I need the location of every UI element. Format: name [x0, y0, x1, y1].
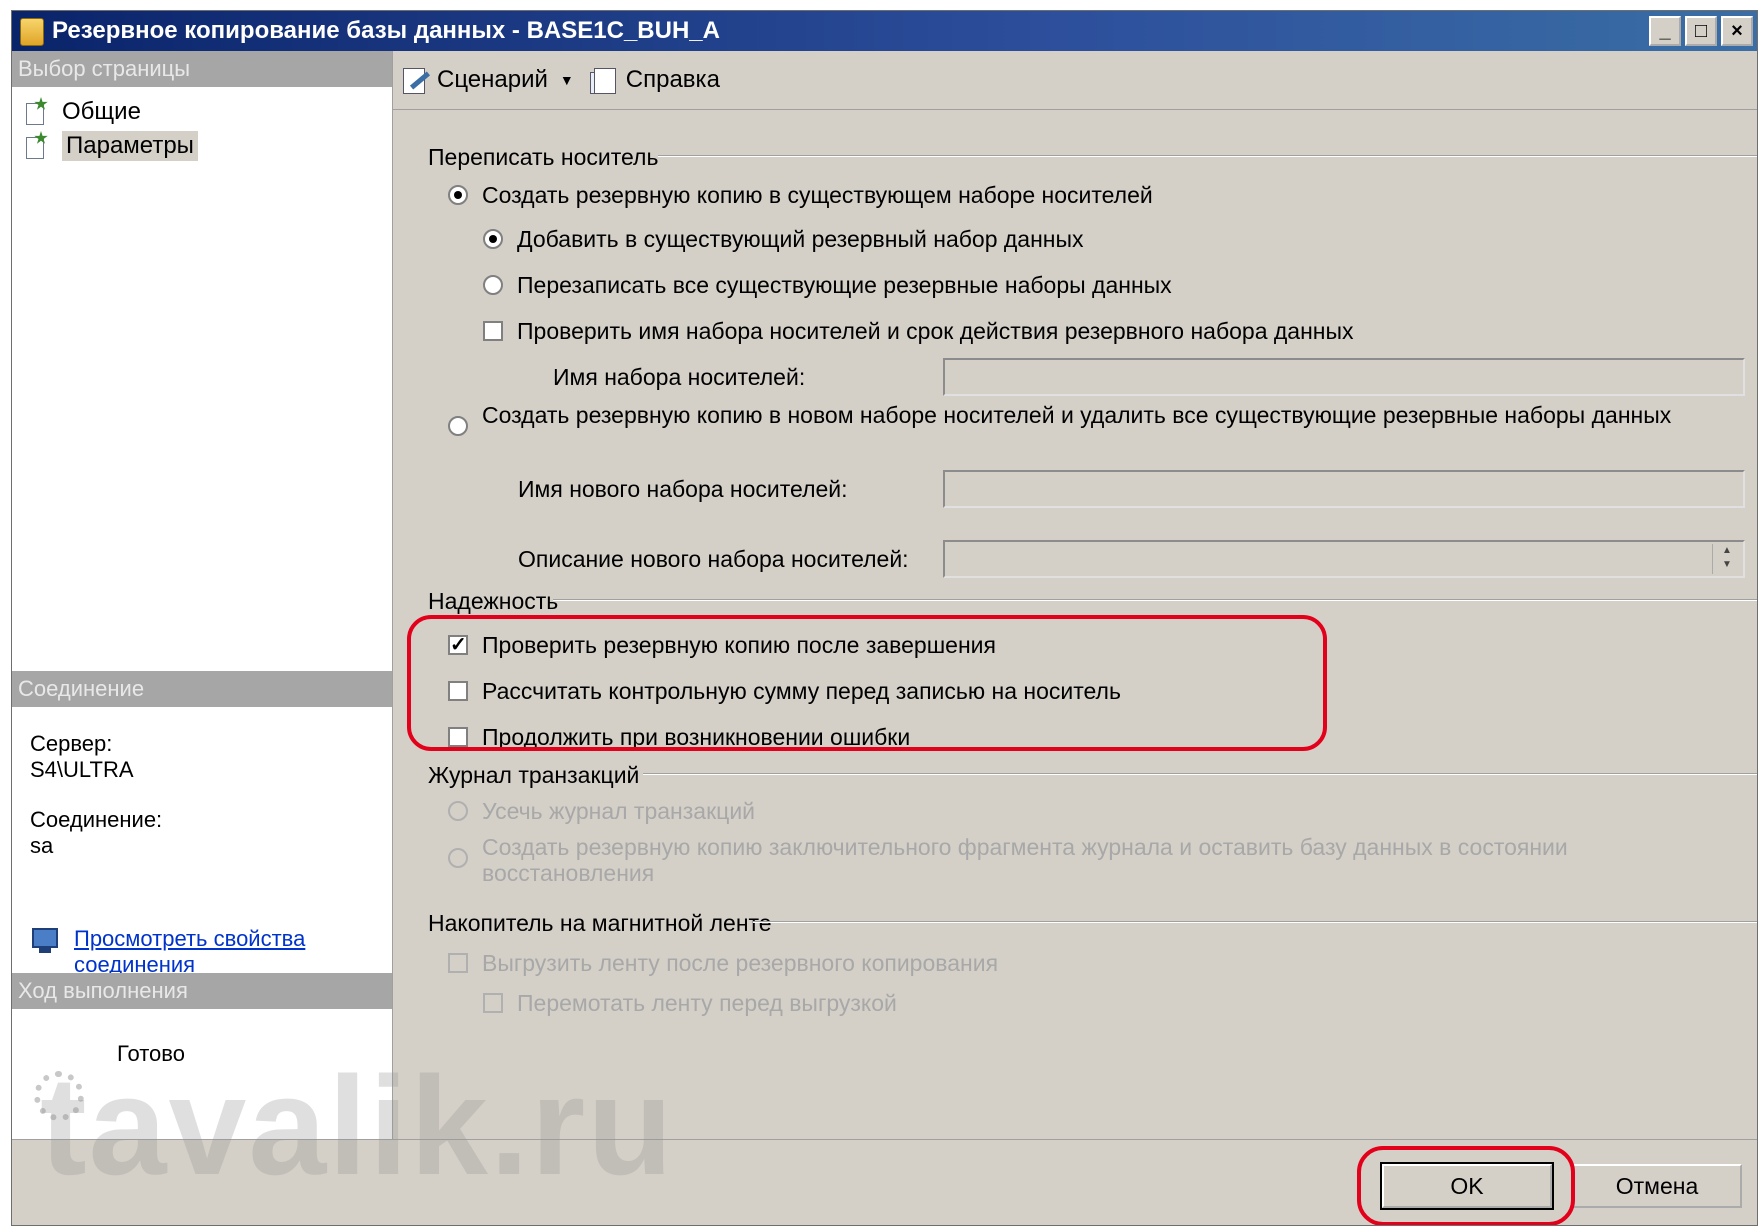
radio-button[interactable]: [448, 416, 468, 436]
watermark: tavalik.ru: [40, 1047, 675, 1204]
backup-existing-media-option[interactable]: Создать резервную копию в существующем н…: [448, 182, 1153, 208]
page-icon: [22, 131, 52, 159]
options-content: Переписать носитель Создать резервную ко…: [393, 110, 1757, 1030]
radio-button[interactable]: [483, 229, 503, 249]
reliability-header: Надежность: [428, 588, 558, 615]
reliability-highlight: [407, 615, 1327, 751]
chevron-down-icon[interactable]: ▼: [560, 72, 574, 88]
server-label: Сервер:: [30, 731, 113, 756]
cancel-button[interactable]: Отмена: [1572, 1164, 1742, 1208]
overwrite-all-label: Перезаписать все существующие резервные …: [517, 272, 1172, 298]
new-media-description-field[interactable]: ▲ ▼: [943, 540, 1745, 578]
unload-tape-option[interactable]: Выгрузить ленту после резервного копиров…: [448, 950, 998, 976]
maximize-button[interactable]: □: [1685, 16, 1717, 46]
page-item-label: Общие: [62, 98, 141, 125]
reliability-header-label: Надежность: [428, 588, 559, 614]
backup-new-media-option[interactable]: Создать резервную копию в новом наборе н…: [448, 402, 1708, 436]
overwrite-media-header: Переписать носитель: [428, 144, 658, 171]
connection-label: Соединение:: [30, 807, 163, 832]
server-value: S4\ULTRA: [30, 757, 134, 782]
title-bar: Резервное копирование базы данных - BASE…: [12, 11, 1757, 51]
new-media-name-field[interactable]: [943, 470, 1745, 508]
view-connection-properties-link[interactable]: Просмотреть свойства соединения: [74, 926, 354, 978]
close-button[interactable]: ×: [1721, 16, 1753, 46]
overwrite-media-header-label: Переписать носитель: [428, 144, 659, 170]
check-media-name-option[interactable]: Проверить имя набора носителей и срок де…: [483, 318, 1354, 344]
script-button[interactable]: Сценарий ▼: [393, 66, 582, 94]
append-option[interactable]: Добавить в существующий резервный набор …: [483, 226, 1084, 252]
append-label: Добавить в существующий резервный набор …: [517, 226, 1084, 252]
media-set-name-field[interactable]: [943, 358, 1745, 396]
connection-header: Соединение: [12, 671, 392, 707]
rewind-tape-option[interactable]: Перемотать ленту перед выгрузкой: [483, 990, 897, 1016]
backup-dialog-window: Резервное копирование базы данных - BASE…: [11, 10, 1758, 1226]
tail-log-backup-label: Создать резервную копию заключительного …: [482, 834, 1568, 886]
page-item-label: Параметры: [62, 131, 198, 161]
view-connection-properties[interactable]: Просмотреть свойства соединения: [30, 926, 354, 978]
truncate-log-option[interactable]: Усечь журнал транзакций: [448, 798, 755, 824]
script-label: Сценарий: [437, 66, 548, 93]
transaction-log-header: Журнал транзакций: [428, 762, 639, 789]
unload-tape-label: Выгрузить ленту после резервного копиров…: [482, 950, 999, 976]
radio-button[interactable]: [448, 185, 468, 205]
checkbox[interactable]: [483, 993, 503, 1013]
database-icon: [20, 18, 44, 46]
page-item-general[interactable]: Общие: [22, 97, 141, 127]
new-media-description-label: Описание нового набора носителей:: [518, 546, 909, 572]
backup-new-media-label: Создать резервную копию в новом наборе н…: [482, 402, 1672, 428]
script-icon: [401, 66, 431, 94]
tail-log-backup-option[interactable]: Создать резервную копию заключительного …: [448, 834, 1708, 886]
backup-existing-media-label: Создать резервную копию в существующем н…: [482, 182, 1153, 208]
radio-button[interactable]: [448, 848, 468, 868]
progress-header: Ход выполнения: [12, 973, 392, 1009]
help-icon: [589, 66, 618, 94]
page-icon: [22, 97, 52, 125]
help-label: Справка: [625, 66, 720, 93]
window-title: Резервное копирование базы данных - BASE…: [52, 17, 720, 44]
checkbox[interactable]: [483, 321, 503, 341]
tape-drive-header: Накопитель на магнитной ленте: [428, 910, 772, 937]
page-item-parameters[interactable]: Параметры: [22, 131, 198, 161]
toolbar: Сценарий ▼ Справка: [393, 51, 1757, 110]
ok-highlight: [1357, 1146, 1575, 1225]
overwrite-all-option[interactable]: Перезаписать все существующие резервные …: [483, 272, 1172, 298]
scroll-arrows[interactable]: ▲ ▼: [1712, 544, 1741, 574]
media-set-name-label: Имя набора носителей:: [553, 364, 806, 390]
radio-button[interactable]: [448, 801, 468, 821]
transaction-log-header-label: Журнал транзакций: [428, 762, 640, 788]
truncate-log-label: Усечь журнал транзакций: [482, 798, 756, 824]
minimize-button[interactable]: _: [1649, 16, 1681, 46]
select-page-header: Выбор страницы: [12, 51, 392, 87]
new-media-name-label: Имя нового набора носителей:: [518, 476, 848, 502]
rewind-tape-label: Перемотать ленту перед выгрузкой: [517, 990, 897, 1016]
radio-button[interactable]: [483, 275, 503, 295]
check-media-name-label: Проверить имя набора носителей и срок де…: [517, 318, 1354, 344]
checkbox[interactable]: [448, 953, 468, 973]
connection-properties-icon: [30, 926, 64, 958]
connection-value: sa: [30, 833, 54, 858]
help-button[interactable]: Справка: [582, 66, 728, 94]
tape-drive-header-label: Накопитель на магнитной ленте: [428, 910, 772, 936]
